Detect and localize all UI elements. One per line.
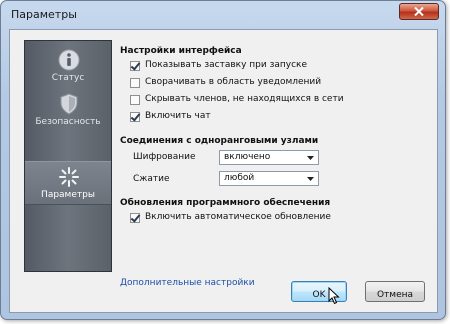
compression-value: любой: [224, 173, 255, 183]
compression-select[interactable]: любой: [219, 171, 319, 186]
sidebar-item-label: Статус: [51, 73, 85, 83]
settings-content: Настройки интерфейса Показывать заставку…: [120, 40, 430, 288]
encryption-value: включено: [224, 152, 271, 162]
chevron-down-icon: [307, 177, 314, 181]
checkbox-box[interactable]: [130, 95, 140, 105]
checkbox-label: Показывать заставку при запуске: [145, 60, 308, 70]
checkbox-box[interactable]: [130, 112, 140, 122]
checkbox-box[interactable]: [130, 78, 140, 88]
checkbox-label: Включить автоматическое обновление: [145, 212, 331, 222]
encryption-select[interactable]: включено: [219, 150, 319, 165]
settings-window: Параметры Статус Безопасность Параметры …: [0, 0, 446, 320]
updates-title: Обновления программного обеспечения: [120, 198, 331, 208]
chevron-down-icon: [307, 156, 314, 160]
close-button[interactable]: [399, 3, 439, 20]
cancel-button[interactable]: Отмена: [365, 281, 425, 302]
dialog-client-area: Статус Безопасность Параметры Настройки …: [9, 29, 438, 313]
mouse-cursor-icon: [328, 287, 340, 305]
sidebar-item-label: Безопасность: [35, 117, 101, 127]
settings-star-icon: [59, 167, 79, 187]
sidebar-item-settings[interactable]: Параметры: [25, 161, 111, 205]
checkbox-label: Скрывать членов, не находящихся в сети: [145, 94, 344, 104]
sidebar: Статус Безопасность Параметры: [24, 40, 112, 272]
checkbox-label: Сворачивать в область уведомлений: [145, 77, 322, 87]
checkbox-box[interactable]: [130, 213, 140, 223]
peer-connections-title: Соединения с одноранговыми узлами: [120, 136, 319, 146]
ok-button-label: OK: [312, 290, 326, 300]
encryption-label: Шифрование: [133, 152, 196, 162]
checkbox-label: Включить чат: [145, 111, 211, 121]
sidebar-item-status[interactable]: Статус: [25, 45, 111, 89]
interface-settings-title: Настройки интерфейса: [120, 46, 242, 56]
sidebar-item-security[interactable]: Безопасность: [25, 89, 111, 133]
title-bar[interactable]: Параметры: [1, 1, 445, 27]
shield-icon: [60, 93, 78, 115]
checkbox-box[interactable]: [130, 61, 140, 71]
compression-label: Сжатие: [133, 174, 170, 184]
window-title: Параметры: [11, 8, 77, 21]
sidebar-item-label: Параметры: [41, 190, 95, 200]
close-icon: [414, 7, 424, 16]
advanced-settings-link[interactable]: Дополнительные настройки: [120, 278, 255, 288]
cancel-button-label: Отмена: [376, 290, 414, 300]
info-icon: [58, 49, 80, 71]
